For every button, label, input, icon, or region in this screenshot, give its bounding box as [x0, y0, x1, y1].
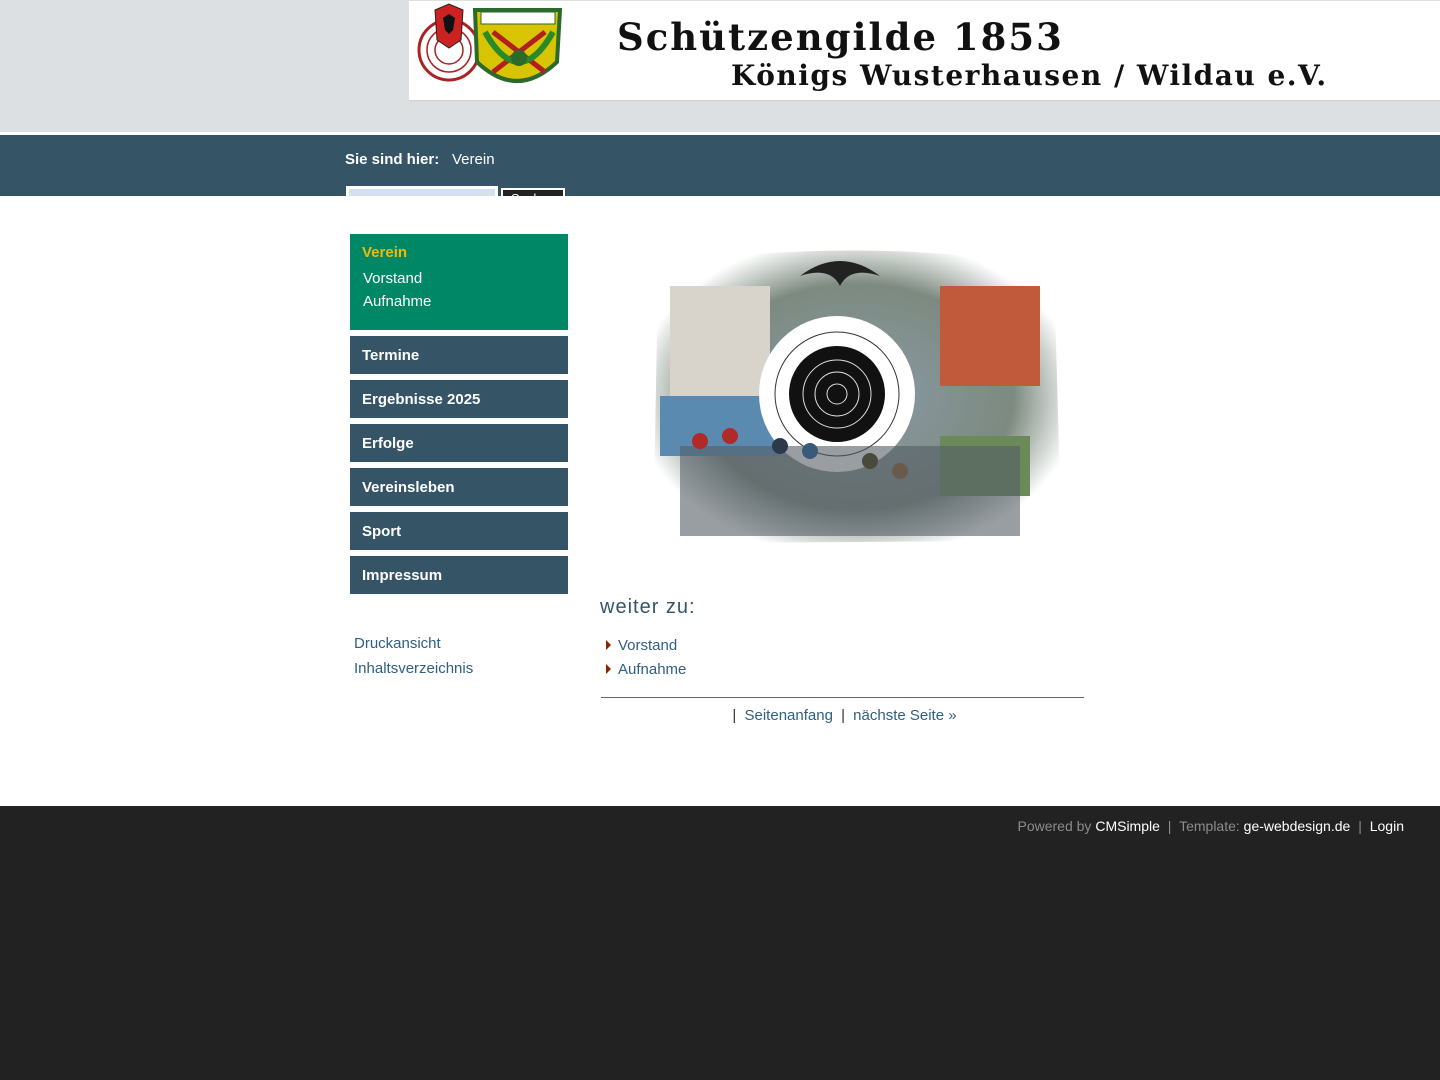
pager-separator: | [841, 707, 845, 724]
main-content: Verein Vorstand Aufnahme Termine Ergebni… [0, 196, 1440, 806]
top-of-page-link[interactable]: Seitenanfang [745, 707, 833, 724]
menu-item-termine[interactable]: Termine [350, 336, 568, 374]
menu-item-label[interactable]: Verein [362, 244, 407, 261]
breadcrumb-label: Sie sind hier: [345, 151, 440, 168]
site-title-line2: Königs Wusterhausen / Wildau e.V. [731, 59, 1328, 92]
next-link-label[interactable]: Vorstand [618, 637, 677, 654]
site-title-line1: Schützengilde 1853 [617, 15, 1064, 59]
submenu-item-aufnahme[interactable]: Aufnahme [363, 293, 431, 310]
next-link-vorstand[interactable]: Vorstand [606, 637, 677, 654]
club-crest-logo [417, 3, 563, 83]
footer-separator: | [1167, 818, 1172, 834]
pager-separator: | [732, 707, 737, 724]
menu-item-vereinsleben[interactable]: Vereinsleben [350, 468, 568, 506]
next-link-label[interactable]: Aufnahme [618, 661, 686, 678]
site-banner[interactable]: Schützengilde 1853 Königs Wusterhausen /… [409, 1, 1440, 101]
login-link[interactable]: Login [1370, 818, 1404, 834]
template-link[interactable]: ge-webdesign.de [1244, 818, 1351, 834]
pager: | Seitenanfang | nächste Seite » [601, 707, 1084, 724]
template-label: Template: [1179, 818, 1240, 834]
arrow-right-icon [606, 640, 611, 650]
menu-item-erfolge[interactable]: Erfolge [350, 424, 568, 462]
content-divider [601, 697, 1084, 698]
menu-item-impressum[interactable]: Impressum [350, 556, 568, 594]
next-page-link[interactable]: nächste Seite » [853, 707, 956, 724]
menu-item-ergebnisse[interactable]: Ergebnisse 2025 [350, 380, 568, 418]
arrow-right-icon [606, 664, 611, 674]
menu-item-sport[interactable]: Sport [350, 512, 568, 550]
next-link-aufnahme[interactable]: Aufnahme [606, 661, 686, 678]
breadcrumb-current: Verein [452, 151, 495, 168]
navbar: Sie sind hier: Verein [0, 135, 1440, 210]
print-view-link[interactable]: Druckansicht [354, 635, 441, 652]
submenu-item-vorstand[interactable]: Vorstand [363, 270, 422, 287]
next-heading: weiter zu: [600, 596, 696, 618]
collage-image [654, 250, 1060, 543]
cmsimple-link[interactable]: CMSimple [1095, 818, 1160, 834]
menu-item-verein-active[interactable]: Verein Vorstand Aufnahme [350, 234, 568, 330]
footer: Powered by CMSimple | Template: ge-webde… [1018, 818, 1405, 834]
sitemap-link[interactable]: Inhaltsverzeichnis [354, 660, 473, 677]
footer-separator: | [1358, 818, 1362, 834]
powered-by-label: Powered by [1017, 818, 1092, 834]
